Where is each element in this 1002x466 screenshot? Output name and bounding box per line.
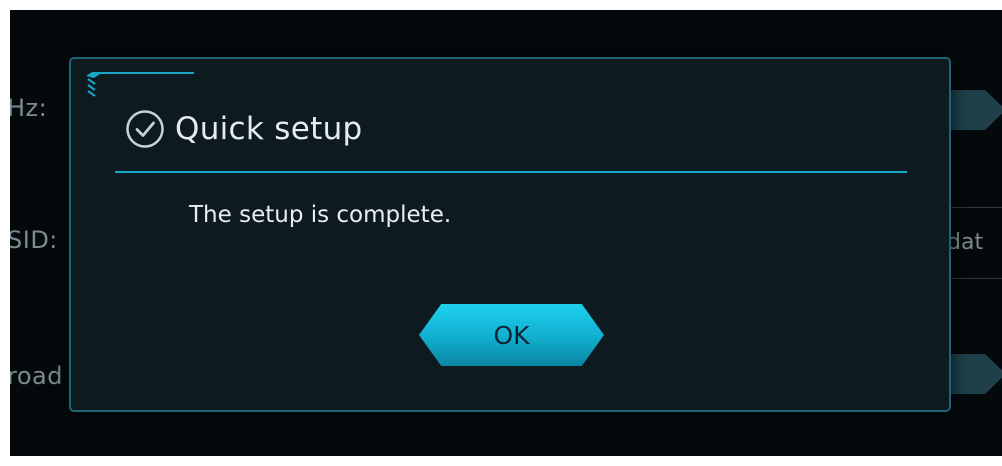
background-field-top-border [946, 207, 1002, 208]
corner-accent-decoration [86, 72, 194, 97]
dialog-title: Quick setup [175, 111, 363, 147]
dialog-header: Quick setup [125, 109, 363, 149]
background-ssid-field-text[interactable]: dat [947, 230, 983, 255]
title-divider [115, 171, 907, 173]
background-dropdown-arrow-bottom[interactable] [946, 354, 1002, 394]
background-label-broadcast: road [10, 362, 63, 390]
background-label-ssid: SID: [10, 226, 58, 254]
background-field-bottom-border [946, 278, 1002, 279]
ok-button[interactable]: OK [419, 304, 604, 366]
app-screen: Hz: SID: road dat Quick setup The setup … [10, 10, 1002, 456]
background-label-frequency: Hz: [10, 94, 48, 122]
dialog-message: The setup is complete. [189, 202, 452, 228]
check-circle-icon [126, 110, 164, 148]
quick-setup-dialog: Quick setup The setup is complete. OK [69, 57, 951, 412]
background-dropdown-arrow-top[interactable] [946, 90, 1002, 130]
